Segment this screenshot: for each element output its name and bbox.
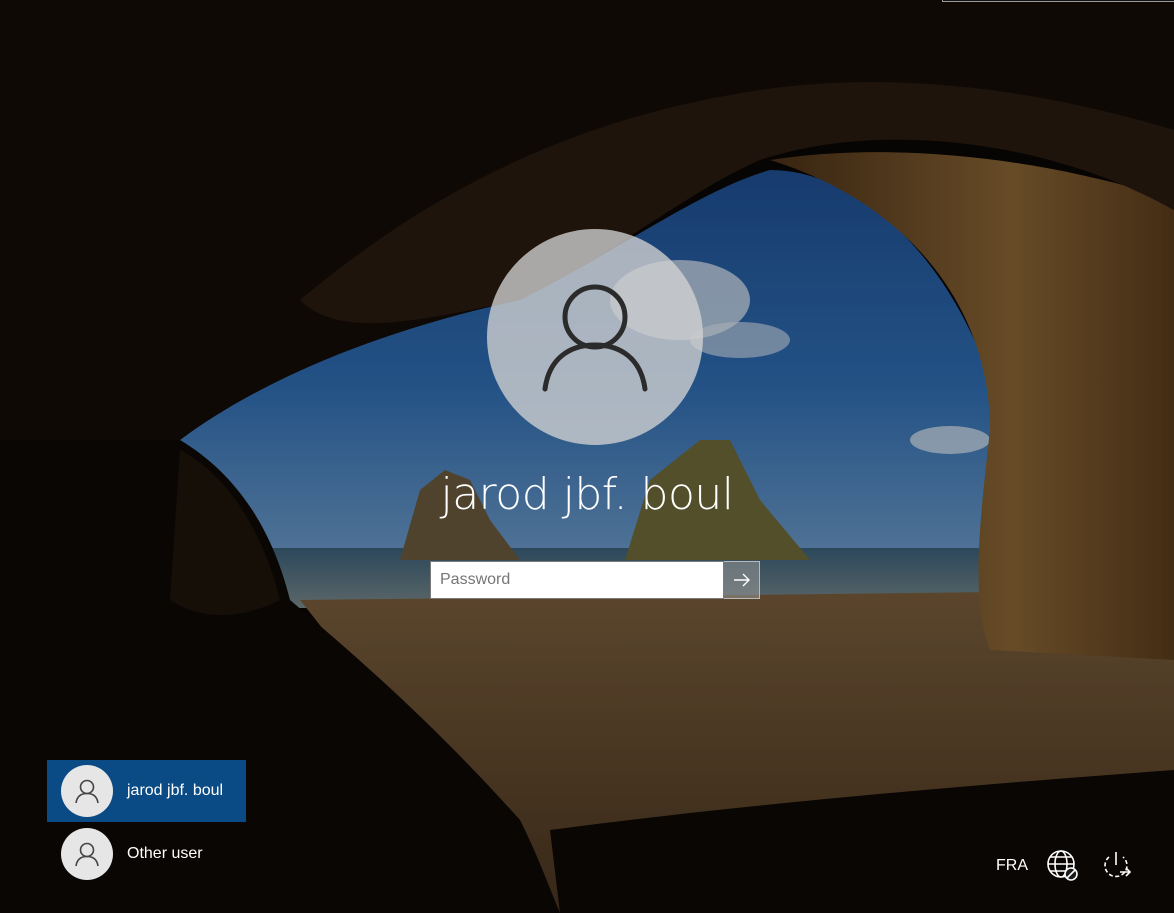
user-avatar-small [61,765,113,817]
network-icon [1047,850,1078,881]
user-list-label: jarod jbf. boul [127,782,224,799]
person-icon [542,284,648,392]
person-icon [75,779,99,804]
password-form [430,561,760,599]
top-right-frame-edge [942,0,1174,2]
submit-button[interactable] [724,561,760,599]
input-language-button[interactable]: FRA [996,857,1028,875]
user-avatar-small [61,828,113,880]
password-input[interactable] [430,561,724,599]
person-icon [75,842,99,867]
user-list-item-other-user[interactable]: Other user [47,823,246,885]
user-avatar [487,229,703,445]
network-button[interactable] [1044,847,1082,885]
arrow-right-icon [733,573,750,587]
user-list-label: Other user [127,845,203,862]
user-list-item-jarod[interactable]: jarod jbf. boul [47,760,246,822]
username-title: jarod jbf. boul [440,469,734,520]
power-icon [1104,852,1132,878]
power-button[interactable] [1097,847,1135,885]
